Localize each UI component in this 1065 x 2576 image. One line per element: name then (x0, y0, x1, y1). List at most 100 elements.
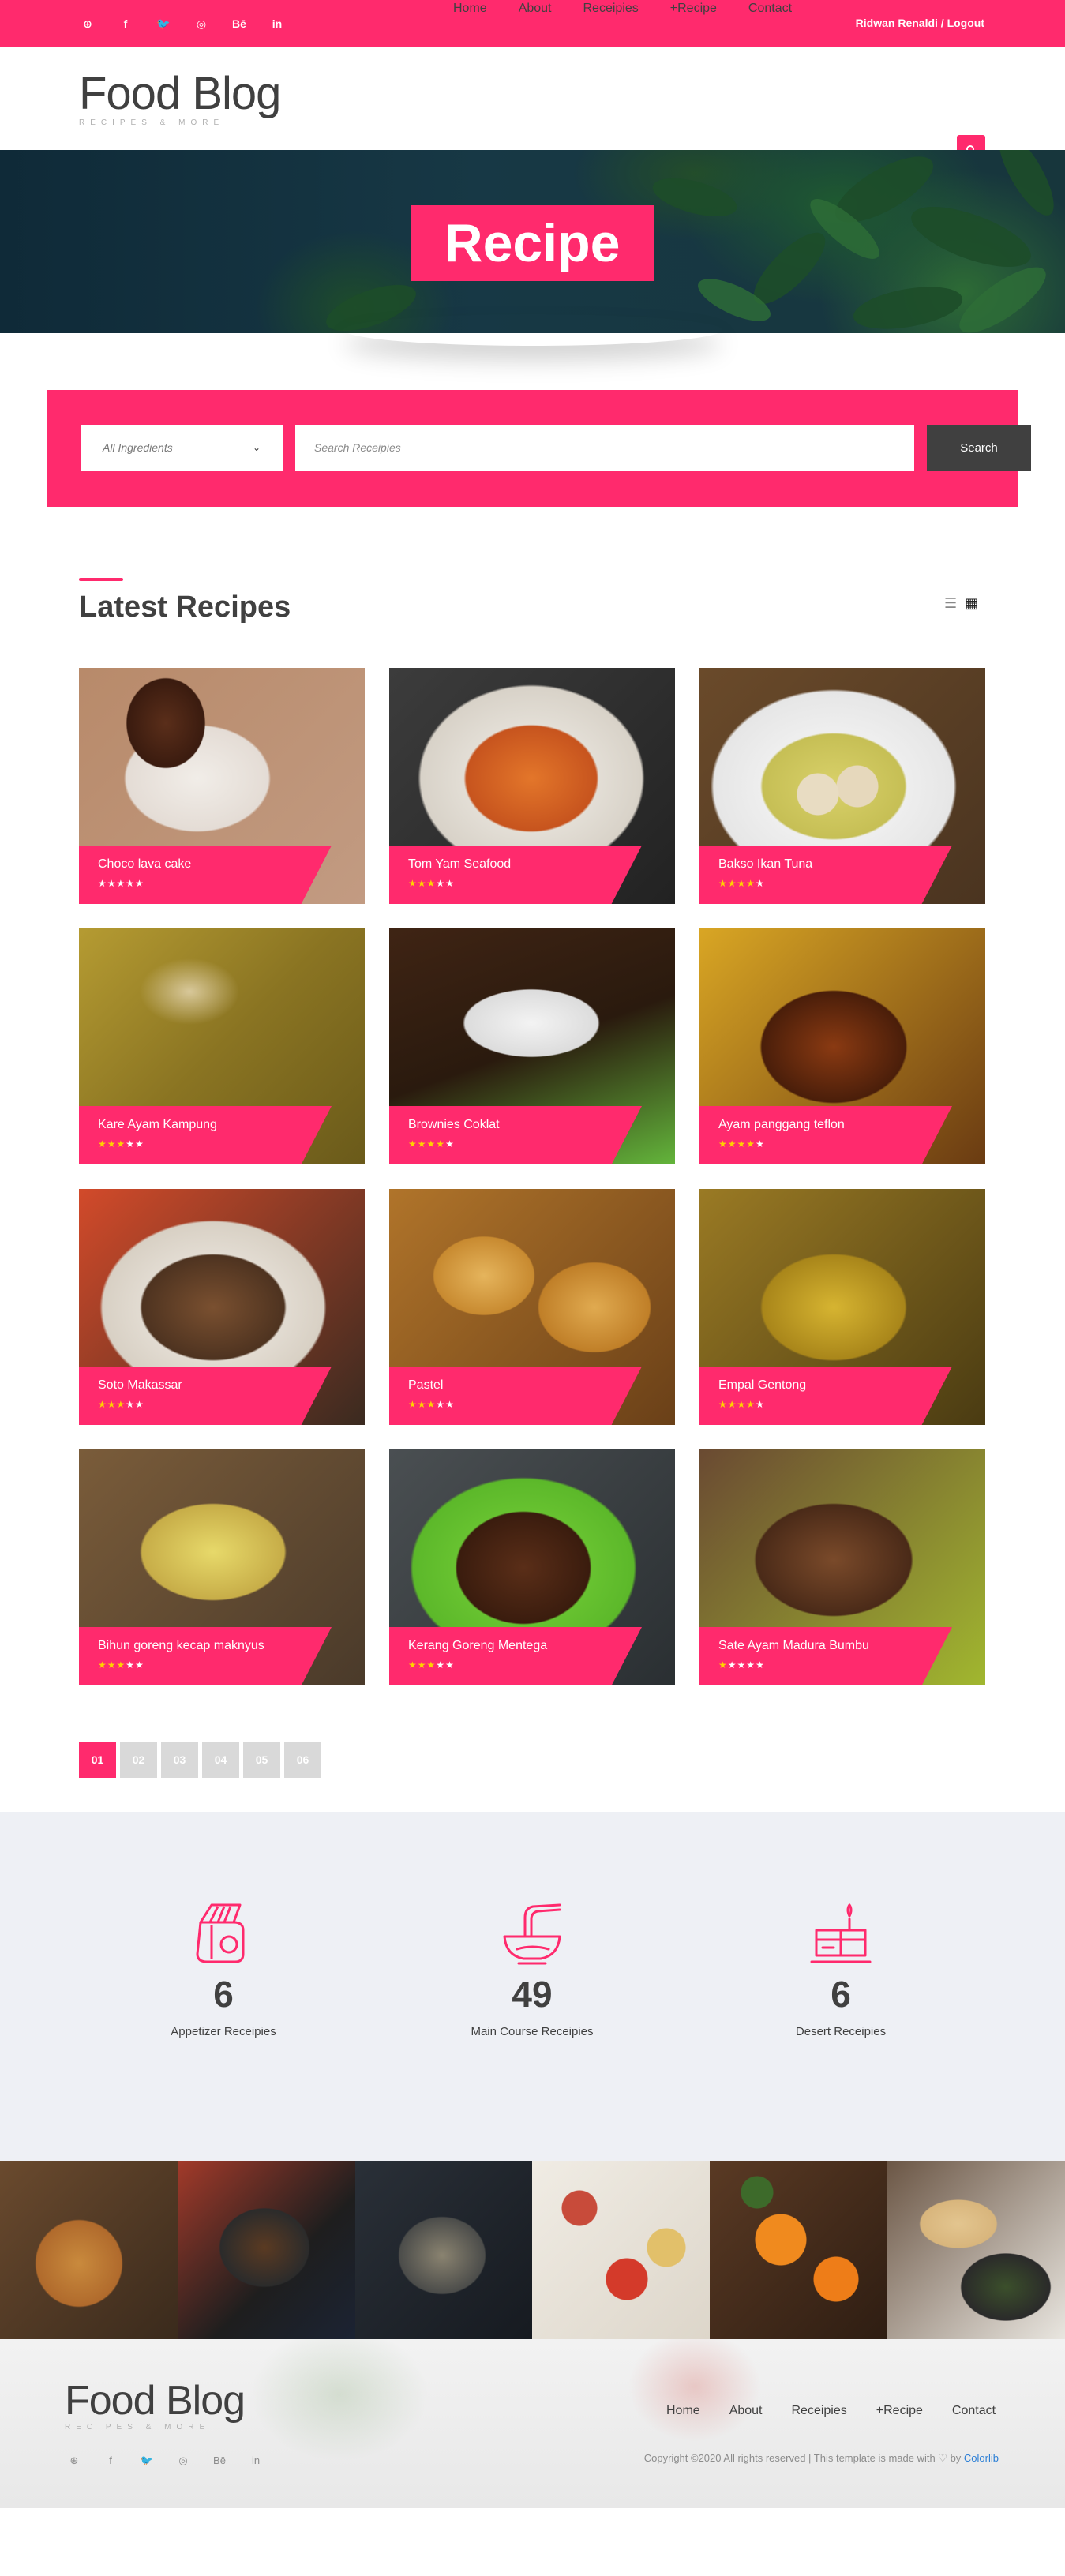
dribbble-icon[interactable]: ◎ (175, 2454, 191, 2467)
colorlib-link[interactable]: Colorlib (964, 2452, 999, 2464)
recipe-title[interactable]: Brownies Coklat (408, 1118, 623, 1132)
star-icon: ★ (107, 1399, 117, 1410)
gallery-photo-pizza[interactable] (0, 2161, 178, 2339)
recipe-card[interactable]: Brownies Coklat ★★★★★ (389, 928, 675, 1164)
recipe-title[interactable]: Kerang Goreng Mentega (408, 1639, 623, 1653)
dribbble-icon[interactable]: ◎ (193, 17, 210, 31)
recipe-title[interactable]: Choco lava cake (98, 857, 313, 872)
star-icon: ★ (436, 1138, 446, 1149)
footer-nav-home[interactable]: Home (666, 2404, 700, 2418)
instagram-gallery (0, 2161, 1065, 2339)
user-logout-link[interactable]: Ridwan Renaldi / Logout (856, 17, 984, 29)
footer-nav-contact[interactable]: Contact (952, 2404, 996, 2418)
noodle-bowl-icon (503, 1903, 561, 1965)
recipe-card[interactable]: Choco lava cake ★★★★★ (79, 668, 365, 904)
recipe-caption: Ayam panggang teflon ★★★★★ (699, 1106, 952, 1164)
recipe-title[interactable]: Kare Ayam Kampung (98, 1118, 313, 1132)
footer-nav: Home About Receipies +Recipe Contact (666, 2404, 1025, 2418)
chevron-down-icon: ⌄ (252, 442, 261, 453)
logo[interactable]: Food Blog RECIPES & MORE (79, 71, 281, 128)
recipe-title[interactable]: Empal Gentong (718, 1378, 933, 1393)
nav-receipies[interactable]: Receipies (583, 2, 639, 16)
recipe-title[interactable]: Sate Ayam Madura Bumbu (718, 1639, 933, 1653)
stat-number: 49 (512, 1974, 553, 2015)
facebook-icon[interactable]: f (117, 17, 134, 30)
linkedin-icon[interactable]: in (248, 2454, 264, 2467)
recipe-card[interactable]: Sate Ayam Madura Bumbu ★★★★★ (699, 1449, 985, 1685)
stat-number: 6 (213, 1974, 234, 2015)
recipe-caption: Empal Gentong ★★★★★ (699, 1367, 952, 1425)
star-icon: ★ (135, 1399, 144, 1410)
pinterest-icon[interactable]: ⊕ (79, 17, 96, 31)
page-02[interactable]: 02 (120, 1742, 157, 1778)
nav-about[interactable]: About (519, 2, 552, 16)
gallery-photo-clams[interactable] (354, 2161, 533, 2339)
gallery-photo-tomatoes[interactable] (532, 2161, 711, 2339)
recipe-card[interactable]: Pastel ★★★★★ (389, 1189, 675, 1425)
page-03[interactable]: 03 (161, 1742, 198, 1778)
recipe-card[interactable]: Bihun goreng kecap maknyus ★★★★★ (79, 1449, 365, 1685)
page-05[interactable]: 05 (243, 1742, 280, 1778)
recipe-title[interactable]: Soto Makassar (98, 1378, 313, 1393)
pagination: 01 02 03 04 05 06 (79, 1742, 321, 1778)
social-links: ⊕ f 🐦 ◎ Bē in (79, 0, 286, 47)
star-icon: ★ (718, 1138, 728, 1149)
rating-stars: ★★★★★ (718, 878, 933, 889)
behance-icon[interactable]: Bē (231, 17, 248, 30)
gallery-photo-fish[interactable] (177, 2161, 355, 2339)
recipe-card[interactable]: Bakso Ikan Tuna ★★★★★ (699, 668, 985, 904)
recipe-title[interactable]: Bihun goreng kecap maknyus (98, 1639, 313, 1653)
bread-icon (196, 1903, 245, 1963)
page-04[interactable]: 04 (202, 1742, 239, 1778)
footer-logo-tagline: RECIPES & MORE (65, 2423, 211, 2432)
gallery-photo-oranges[interactable] (710, 2161, 888, 2339)
main-nav: Home About Receipies +Recipe Contact (453, 0, 823, 60)
ingredients-select[interactable]: All Ingredients ⌄ (81, 425, 283, 471)
twitter-icon[interactable]: 🐦 (155, 17, 172, 31)
behance-icon[interactable]: Bē (212, 2454, 227, 2467)
cake-icon (810, 1903, 872, 1963)
star-icon: ★ (426, 1138, 437, 1149)
star-icon: ★ (737, 1659, 747, 1670)
nav-home[interactable]: Home (453, 2, 487, 16)
nav-contact[interactable]: Contact (748, 2, 792, 16)
list-view-icon[interactable]: ☰ (944, 595, 957, 612)
recipe-title[interactable]: Ayam panggang teflon (718, 1118, 933, 1132)
recipe-card[interactable]: Empal Gentong ★★★★★ (699, 1189, 985, 1425)
recipe-title[interactable]: Tom Yam Seafood (408, 857, 623, 872)
footer-logo[interactable]: Food Blog RECIPES & MORE (65, 2380, 246, 2432)
recipe-card[interactable]: Kare Ayam Kampung ★★★★★ (79, 928, 365, 1164)
pinterest-icon[interactable]: ⊕ (66, 2454, 82, 2467)
search-button[interactable]: Search (927, 425, 1031, 471)
star-icon: ★ (718, 878, 728, 889)
rating-stars: ★★★★★ (408, 878, 623, 889)
recipe-title[interactable]: Pastel (408, 1378, 623, 1393)
twitter-icon[interactable]: 🐦 (139, 2454, 155, 2467)
search-input[interactable] (295, 425, 914, 471)
recipe-card[interactable]: Kerang Goreng Mentega ★★★★★ (389, 1449, 675, 1685)
linkedin-icon[interactable]: in (268, 17, 286, 30)
recipe-card[interactable]: Soto Makassar ★★★★★ (79, 1189, 365, 1425)
rating-stars: ★★★★★ (408, 1138, 623, 1149)
star-icon: ★ (116, 1399, 126, 1410)
page-06[interactable]: 06 (284, 1742, 321, 1778)
stat-desert: 6 Desert Receipies (742, 1899, 939, 2038)
nav-add-recipe[interactable]: +Recipe (670, 2, 717, 16)
recipe-card[interactable]: Tom Yam Seafood ★★★★★ (389, 668, 675, 904)
facebook-icon[interactable]: f (103, 2454, 118, 2467)
footer-nav-about[interactable]: About (729, 2404, 763, 2418)
page-01[interactable]: 01 (79, 1742, 116, 1778)
ingredients-select-value: All Ingredients (103, 441, 173, 454)
copyright: Copyright ©2020 All rights reserved | Th… (644, 2452, 999, 2465)
site-header: Food Blog RECIPES & MORE Home About Rece… (0, 2, 1065, 165)
grid-view-icon[interactable]: ▦ (965, 595, 978, 612)
gallery-photo-salad[interactable] (887, 2161, 1065, 2339)
hero-title: Recipe (411, 205, 654, 281)
recipe-card[interactable]: Ayam panggang teflon ★★★★★ (699, 928, 985, 1164)
recipe-title[interactable]: Bakso Ikan Tuna (718, 857, 933, 872)
footer-nav-receipies[interactable]: Receipies (792, 2404, 847, 2418)
rating-stars: ★★★★★ (718, 1399, 933, 1410)
footer-nav-add-recipe[interactable]: +Recipe (876, 2404, 923, 2418)
star-icon: ★ (426, 878, 437, 889)
star-icon: ★ (107, 878, 117, 889)
